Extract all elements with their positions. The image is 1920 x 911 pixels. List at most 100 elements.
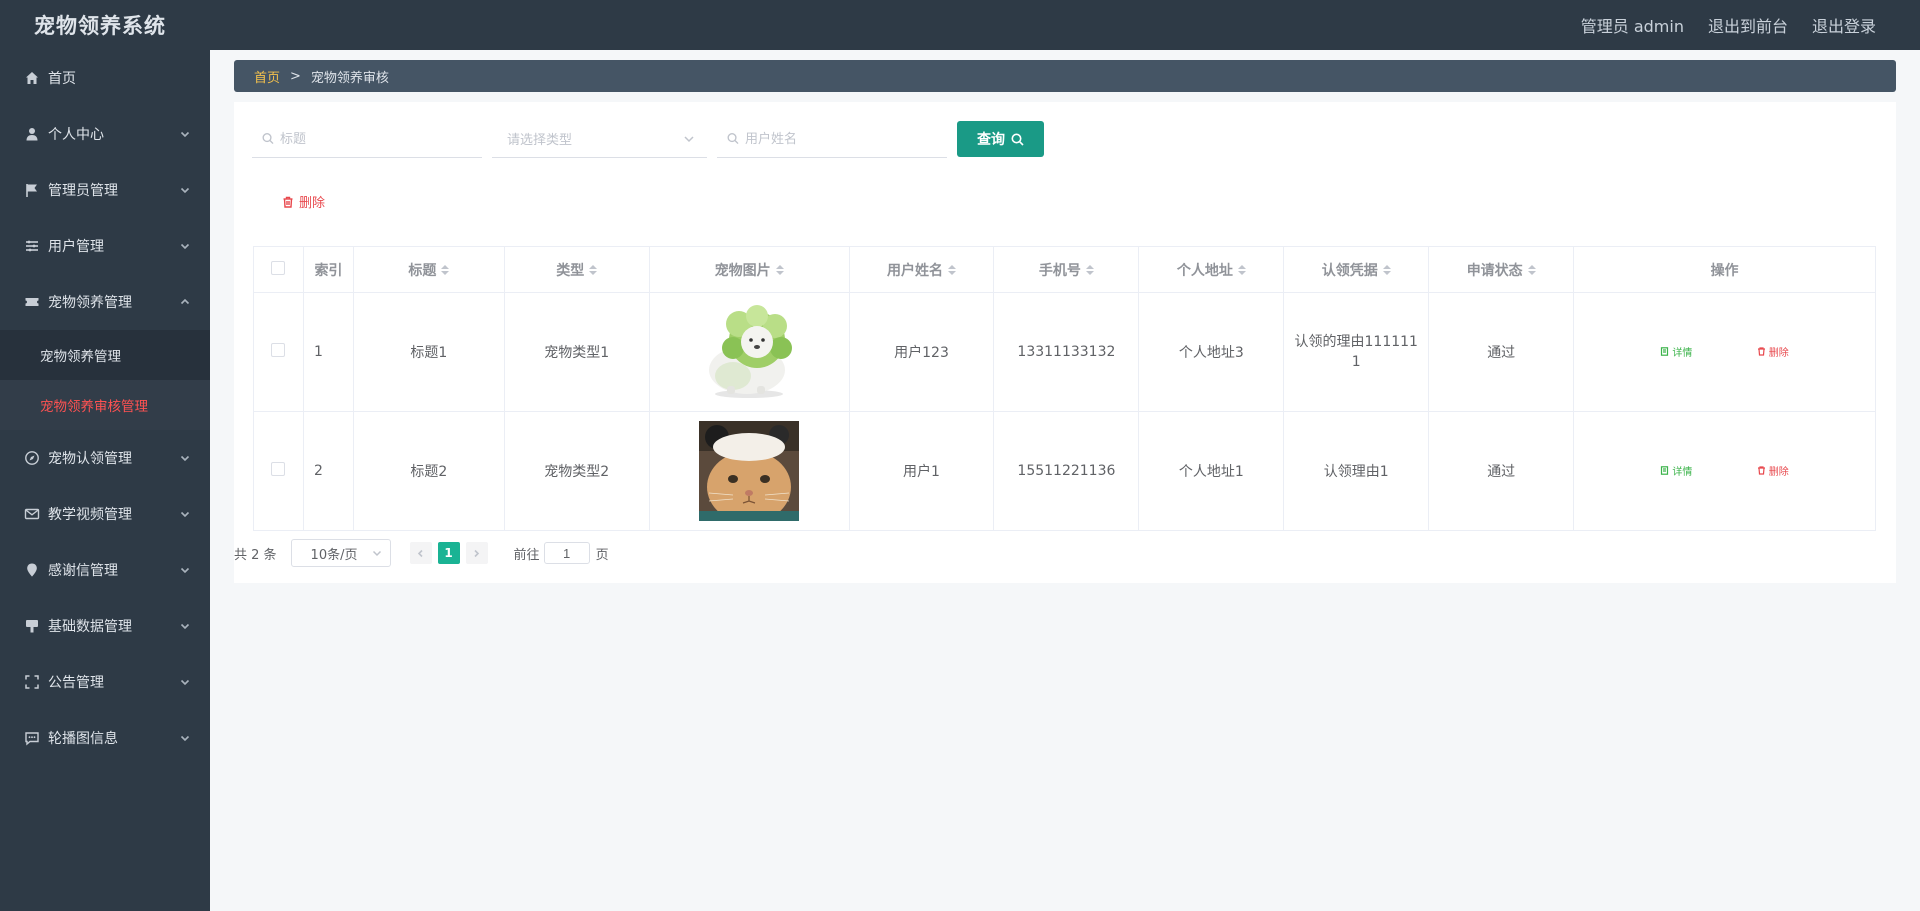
detail-button[interactable]: 详情: [1660, 344, 1692, 359]
sidebar-item-label: 轮播图信息: [48, 731, 118, 747]
header-label: 个人地址: [1176, 262, 1233, 279]
sidebar-item-pet-adoption-management[interactable]: 宠物领养管理: [0, 274, 210, 330]
header-actions: 管理员 admin 退出到前台 退出登录: [1581, 13, 1920, 37]
cell-proof: 认领理由1: [1283, 411, 1430, 531]
header-address[interactable]: 个人地址: [1138, 246, 1285, 293]
sort-icon[interactable]: [775, 264, 784, 275]
header-title[interactable]: 标题: [352, 246, 505, 293]
sidebar-item-video-management[interactable]: 教学视频管理: [0, 486, 210, 542]
chat-icon: [24, 730, 40, 746]
row-checkbox[interactable]: [271, 343, 286, 357]
cell-title: 标题2: [352, 411, 505, 531]
header-username[interactable]: 用户姓名: [848, 246, 995, 293]
chevron-down-icon: [180, 241, 190, 251]
header-label: 类型: [556, 262, 585, 279]
cell-operations: 详情 删除: [1573, 292, 1876, 412]
header-label: 索引: [314, 262, 343, 279]
sidebar-item-label: 感谢信管理: [48, 563, 118, 579]
sort-icon[interactable]: [1237, 264, 1246, 275]
trash-icon: [1757, 347, 1765, 356]
page-size-select[interactable]: 10条/页: [290, 539, 391, 567]
type-select[interactable]: 请选择类型: [492, 120, 707, 158]
cell-status: 通过: [1428, 292, 1575, 412]
sidebar-item-label: 基础数据管理: [48, 619, 132, 635]
page-number-current[interactable]: 1: [437, 542, 460, 564]
prev-page-button[interactable]: [409, 542, 432, 564]
header-pet-image[interactable]: 宠物图片: [648, 246, 850, 293]
sidebar-item-label: 个人中心: [48, 127, 104, 143]
sidebar-item-carousel-info[interactable]: 轮播图信息: [0, 710, 210, 766]
header-label: 手机号: [1038, 262, 1081, 279]
breadcrumb: 首页 > 宠物领养审核: [234, 60, 1896, 92]
header-proof[interactable]: 认领凭据: [1283, 246, 1430, 293]
exit-to-front-link[interactable]: 退出到前台: [1708, 13, 1788, 37]
sidebar-subitem-pet-adoption[interactable]: 宠物领养管理: [0, 330, 210, 380]
cell-status: 通过: [1428, 411, 1575, 531]
select-all-checkbox[interactable]: [271, 260, 286, 275]
sidebar-subitem-adoption-review[interactable]: 宠物领养审核管理: [0, 380, 210, 430]
header-label: 操作: [1710, 262, 1739, 279]
sidebar-item-label: 公告管理: [48, 675, 104, 691]
sidebar-item-user-management[interactable]: 用户管理: [0, 218, 210, 274]
sidebar-item-home[interactable]: 首页: [0, 50, 210, 106]
delete-button[interactable]: 删除: [1757, 463, 1789, 478]
brush-icon: [24, 618, 40, 634]
goto-page-input[interactable]: [543, 542, 590, 564]
sort-icon[interactable]: [1085, 264, 1094, 275]
mail-icon: [24, 506, 40, 522]
title-search-input[interactable]: [279, 131, 482, 146]
sidebar-item-label: 教学视频管理: [48, 507, 132, 523]
detail-label: 详情: [1672, 467, 1693, 478]
pet-image-cabbage-dog[interactable]: [699, 302, 799, 402]
sidebar-item-notice-management[interactable]: 公告管理: [0, 654, 210, 710]
sidebar-item-pet-claim-management[interactable]: 宠物认领管理: [0, 430, 210, 486]
sidebar-item-label: 宠物认领管理: [48, 451, 132, 467]
query-button[interactable]: 查询: [957, 121, 1044, 157]
logout-link[interactable]: 退出登录: [1812, 13, 1876, 37]
header-type[interactable]: 类型: [503, 246, 650, 293]
chevron-down-icon: [372, 550, 381, 557]
sort-icon[interactable]: [948, 264, 956, 275]
goto-label: 前往: [513, 547, 540, 563]
compass-icon: [24, 450, 40, 466]
cell-address: 个人地址1: [1138, 411, 1285, 531]
sidebar-item-admin-management[interactable]: 管理员管理: [0, 162, 210, 218]
type-select-placeholder: 请选择类型: [507, 133, 573, 148]
goto-suffix: 页: [595, 547, 609, 563]
header-select-all: [253, 246, 304, 293]
pet-image-cat-photo[interactable]: [699, 421, 800, 521]
search-icon: [1011, 133, 1024, 146]
chevron-down-icon: [180, 621, 190, 631]
header-label: 申请状态: [1466, 262, 1523, 279]
bulk-delete-label: 删除: [299, 196, 326, 211]
bulk-delete-button[interactable]: 删除: [282, 192, 325, 211]
header-operations: 操作: [1573, 246, 1876, 293]
admin-user-label: 管理员 admin: [1580, 17, 1684, 36]
sidebar: 首页 个人中心 管理员管理 用户管理 宠物领养管理 宠物领养管理 宠物领养审核管…: [0, 50, 210, 911]
detail-button[interactable]: 详情: [1660, 463, 1692, 478]
username-search-input[interactable]: [744, 131, 947, 146]
breadcrumb-home-link[interactable]: 首页: [254, 67, 280, 86]
next-page-button[interactable]: [465, 542, 488, 564]
sidebar-item-label: 首页: [48, 71, 76, 87]
sort-icon[interactable]: [1382, 264, 1391, 275]
sort-icon[interactable]: [589, 264, 598, 275]
chevron-down-icon: [180, 733, 190, 743]
sort-icon[interactable]: [1527, 264, 1536, 275]
document-icon: [1661, 466, 1669, 475]
title-search-field: [252, 120, 482, 158]
sidebar-item-thanks-letter-management[interactable]: 感谢信管理: [0, 542, 210, 598]
cell-type: 宠物类型2: [503, 411, 650, 531]
cell-username: 用户123: [848, 292, 995, 412]
cell-index: 1: [302, 292, 354, 412]
sidebar-item-personal-center[interactable]: 个人中心: [0, 106, 210, 162]
row-checkbox[interactable]: [271, 462, 286, 476]
chevron-down-icon: [180, 509, 190, 519]
header-phone[interactable]: 手机号: [993, 246, 1140, 293]
sort-icon[interactable]: [441, 264, 450, 275]
content-card: 请选择类型 查询 删除 索引: [234, 102, 1896, 583]
sidebar-item-base-data-management[interactable]: 基础数据管理: [0, 598, 210, 654]
delete-button[interactable]: 删除: [1757, 344, 1789, 359]
page-size-value: 10条/页: [310, 547, 358, 563]
header-status[interactable]: 申请状态: [1428, 246, 1575, 293]
